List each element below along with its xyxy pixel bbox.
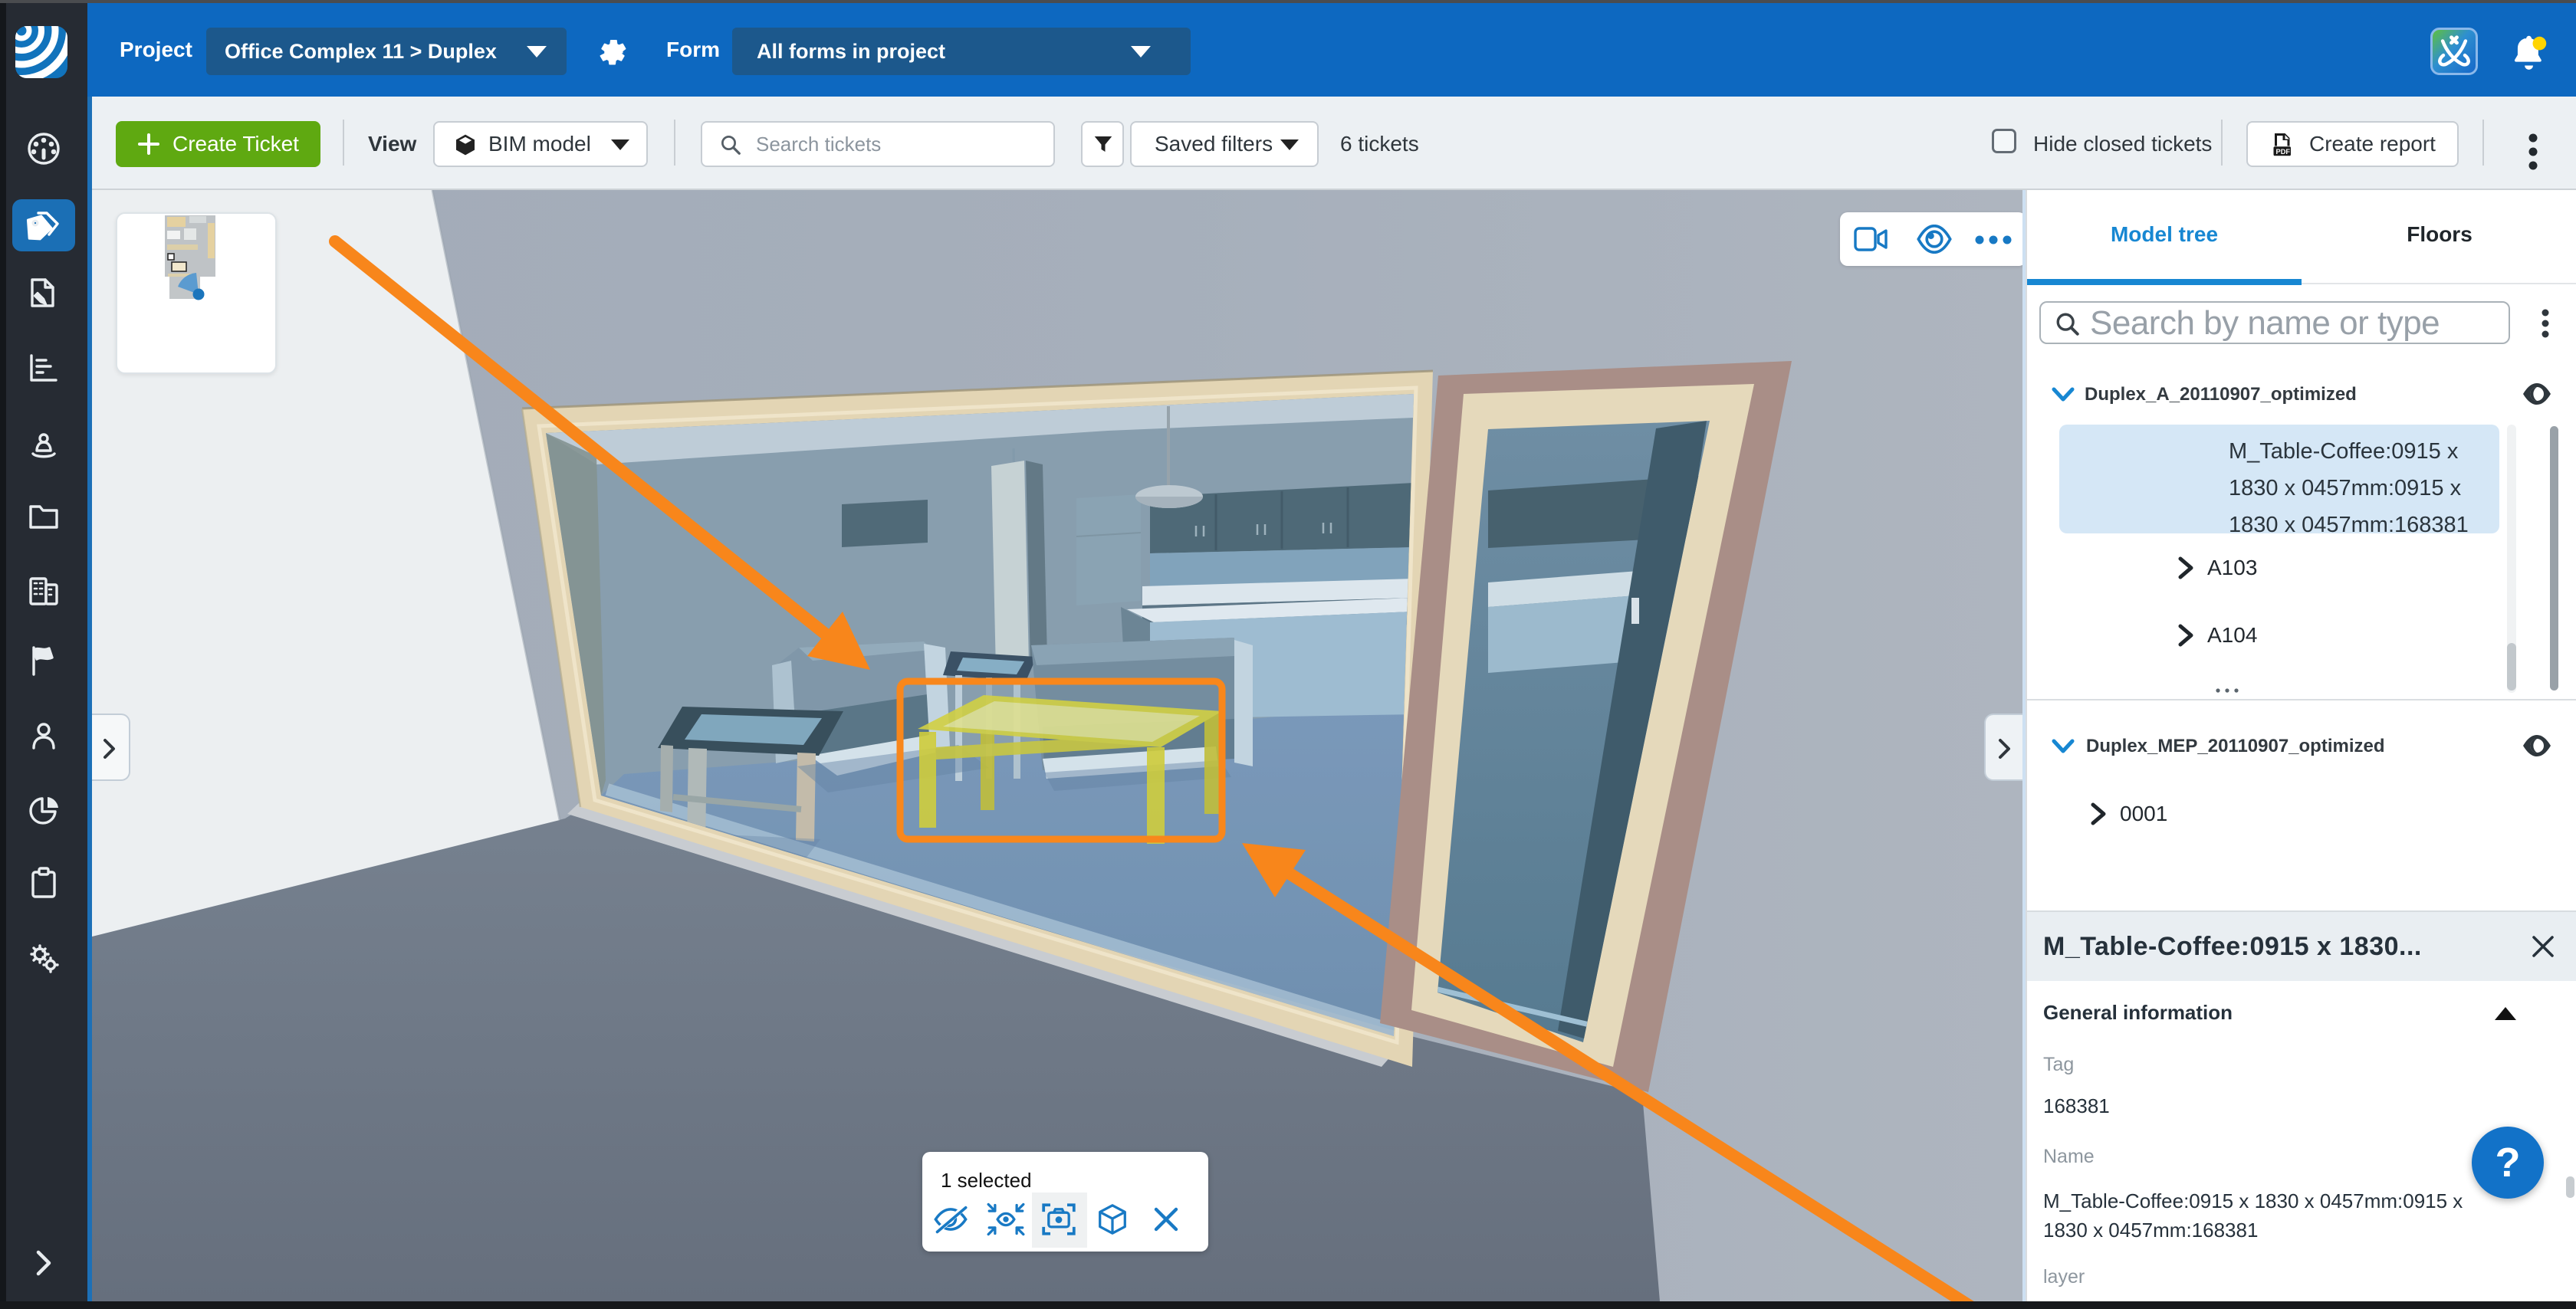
- svg-text:PDF: PDF: [2276, 148, 2291, 156]
